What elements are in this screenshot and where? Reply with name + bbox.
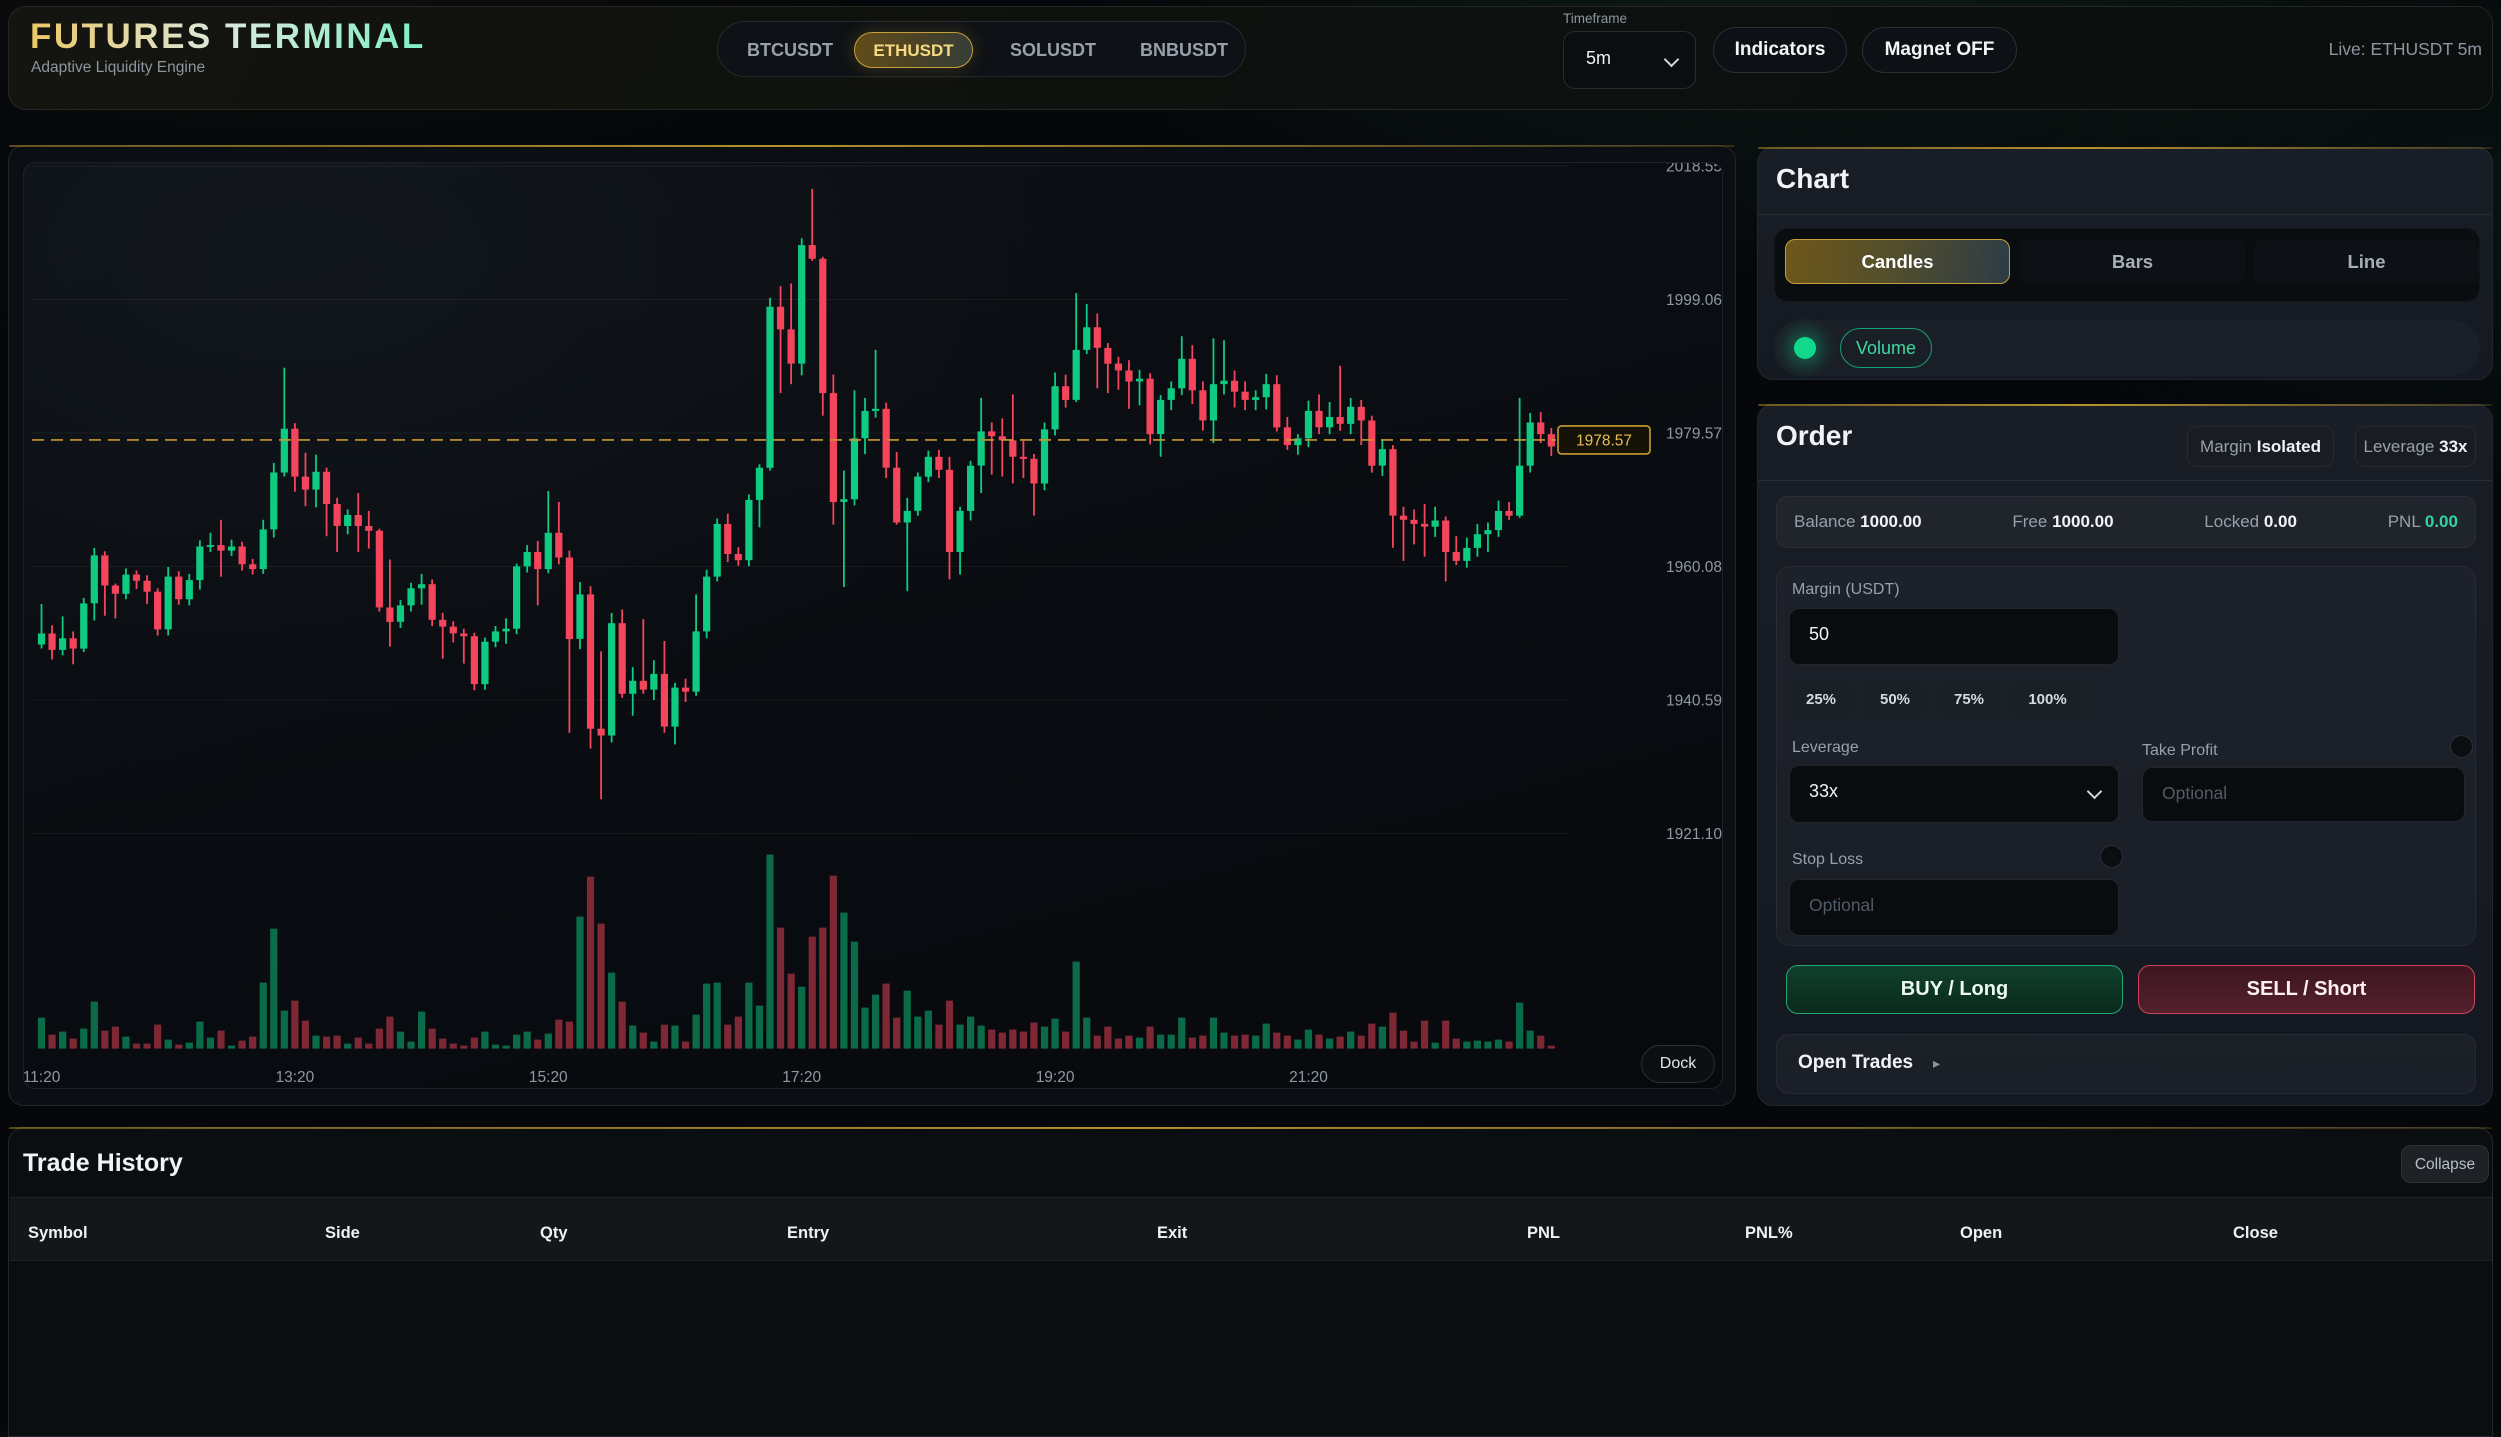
svg-text:21:20: 21:20	[1289, 1069, 1328, 1086]
svg-text:11:20: 11:20	[24, 1069, 61, 1086]
svg-text:13:20: 13:20	[276, 1069, 315, 1086]
svg-text:1978.57: 1978.57	[1576, 432, 1632, 449]
svg-text:15:20: 15:20	[529, 1069, 568, 1086]
svg-text:1940.59: 1940.59	[1666, 693, 1722, 710]
svg-text:1921.10: 1921.10	[1666, 826, 1722, 843]
svg-text:2018.55: 2018.55	[1666, 163, 1722, 176]
svg-text:1999.06: 1999.06	[1666, 292, 1722, 309]
svg-text:19:20: 19:20	[1036, 1069, 1075, 1086]
svg-text:1960.08: 1960.08	[1666, 559, 1722, 576]
svg-text:1979.57: 1979.57	[1666, 426, 1722, 443]
svg-text:17:20: 17:20	[782, 1069, 821, 1086]
